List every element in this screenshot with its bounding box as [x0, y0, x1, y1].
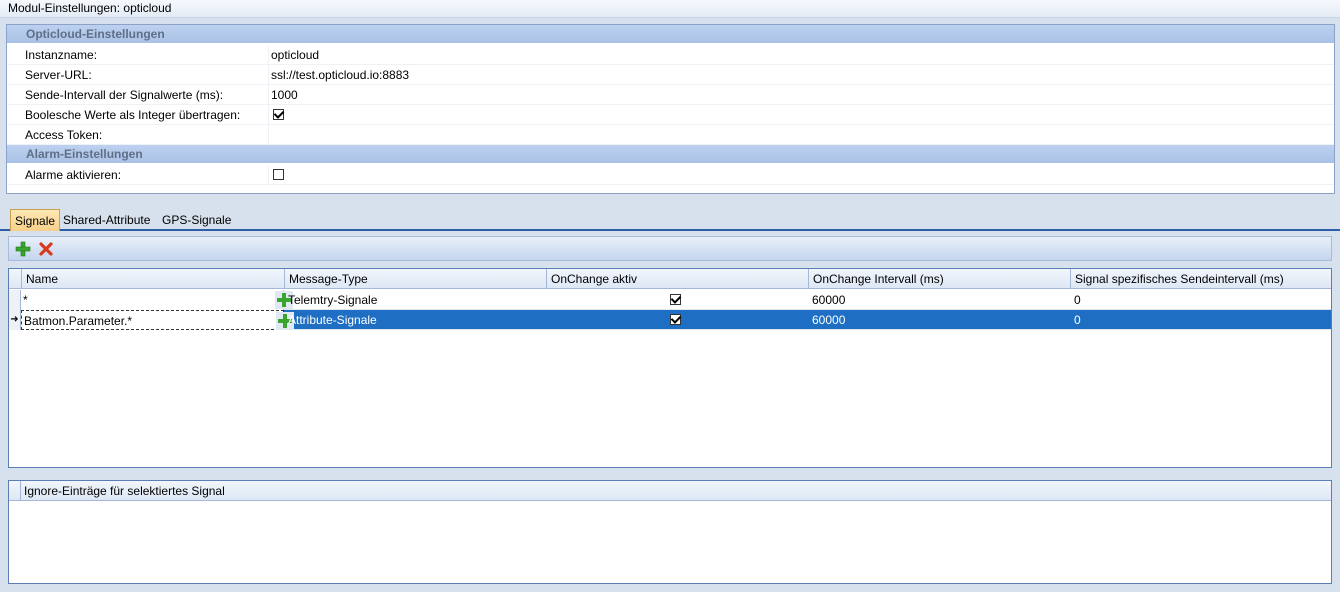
- prop-bool-as-integer[interactable]: Boolesche Werte als Integer übertragen:: [7, 105, 1334, 125]
- send-interval-cell[interactable]: 0: [1070, 310, 1081, 330]
- title-bar: Modul-Einstellungen: opticloud: [0, 0, 1340, 18]
- delete-signal-button[interactable]: [37, 240, 55, 258]
- prop-access-token[interactable]: Access Token:: [7, 125, 1334, 145]
- tab-signale[interactable]: Signale: [10, 209, 61, 231]
- column-send-interval[interactable]: Signal spezifisches Sendeintervall (ms): [1070, 269, 1331, 289]
- name-cell[interactable]: *: [21, 290, 293, 310]
- message-type-cell[interactable]: Telemtry-Signale: [284, 290, 377, 310]
- column-name[interactable]: Name: [21, 269, 284, 289]
- column-onchange-active[interactable]: OnChange aktiv: [546, 269, 808, 289]
- table-row[interactable]: ➜ Batmon.Parameter.* Attribute-Signale 6…: [9, 310, 1331, 330]
- bool-as-integer-label: Boolesche Werte als Integer übertragen:: [25, 108, 241, 122]
- send-interval-label: Sende-Intervall der Signalwerte (ms):: [25, 88, 224, 102]
- signals-grid: Name Message-Type OnChange aktiv OnChang…: [8, 268, 1332, 468]
- column-onchange-interval[interactable]: OnChange Intervall (ms): [808, 269, 1070, 289]
- signal-name: Batmon.Parameter.*: [24, 314, 133, 328]
- section-alarm-settings[interactable]: Alarm-Einstellungen: [7, 145, 1334, 163]
- name-cell[interactable]: Batmon.Parameter.*: [21, 310, 294, 330]
- grid-header: Name Message-Type OnChange aktiv OnChang…: [9, 269, 1331, 289]
- ignore-header: Ignore-Einträge für selektiertes Signal: [9, 481, 1331, 501]
- instance-name-value[interactable]: opticloud: [271, 45, 319, 65]
- plus-icon: [15, 241, 31, 257]
- section-opticloud-settings[interactable]: Opticloud-Einstellungen: [7, 25, 1334, 43]
- send-interval-value[interactable]: 1000: [271, 85, 298, 105]
- onchange-active-checkbox[interactable]: [670, 294, 681, 305]
- server-url-value[interactable]: ssl://test.opticloud.io:8883: [271, 65, 409, 85]
- row-header[interactable]: ➜: [9, 310, 21, 330]
- signal-toolbar: [8, 236, 1332, 261]
- prop-server-url[interactable]: Server-URL: ssl://test.opticloud.io:8883: [7, 65, 1334, 85]
- server-url-label: Server-URL:: [25, 68, 92, 82]
- table-row[interactable]: * Telemtry-Signale 60000 0: [9, 290, 1331, 310]
- ignore-column-title[interactable]: Ignore-Einträge für selektiertes Signal: [24, 481, 225, 501]
- tab-gps-signale[interactable]: GPS-Signale: [158, 209, 235, 231]
- onchange-active-checkbox[interactable]: [670, 314, 681, 325]
- ignore-entries-grid: Ignore-Einträge für selektiertes Signal: [8, 480, 1332, 584]
- prop-instance-name[interactable]: Instanzname: opticloud: [7, 45, 1334, 65]
- enable-alarms-label: Alarme aktivieren:: [25, 168, 122, 182]
- instance-name-label: Instanzname:: [25, 48, 98, 62]
- access-token-label: Access Token:: [25, 128, 103, 142]
- window-title: Modul-Einstellungen: opticloud: [8, 1, 172, 15]
- row-header: [9, 481, 21, 501]
- send-interval-cell[interactable]: 0: [1070, 290, 1081, 310]
- row-header[interactable]: [9, 290, 21, 310]
- tab-shared-attribute[interactable]: Shared-Attribute: [59, 209, 154, 231]
- prop-enable-alarms[interactable]: Alarme aktivieren:: [7, 165, 1334, 185]
- add-signal-button[interactable]: [14, 240, 32, 258]
- onchange-interval-cell[interactable]: 60000: [808, 290, 845, 310]
- settings-property-grid: Opticloud-Einstellungen Instanzname: opt…: [6, 24, 1335, 194]
- bool-as-integer-checkbox[interactable]: [273, 109, 284, 120]
- signal-name: *: [23, 293, 28, 307]
- enable-alarms-checkbox[interactable]: [273, 169, 284, 180]
- tab-strip: Signale Shared-Attribute GPS-Signale: [0, 209, 1340, 231]
- x-icon: [39, 242, 53, 256]
- column-message-type[interactable]: Message-Type: [284, 269, 546, 289]
- prop-send-interval[interactable]: Sende-Intervall der Signalwerte (ms): 10…: [7, 85, 1334, 105]
- onchange-interval-cell[interactable]: 60000: [808, 310, 845, 330]
- message-type-cell[interactable]: Attribute-Signale: [284, 310, 377, 330]
